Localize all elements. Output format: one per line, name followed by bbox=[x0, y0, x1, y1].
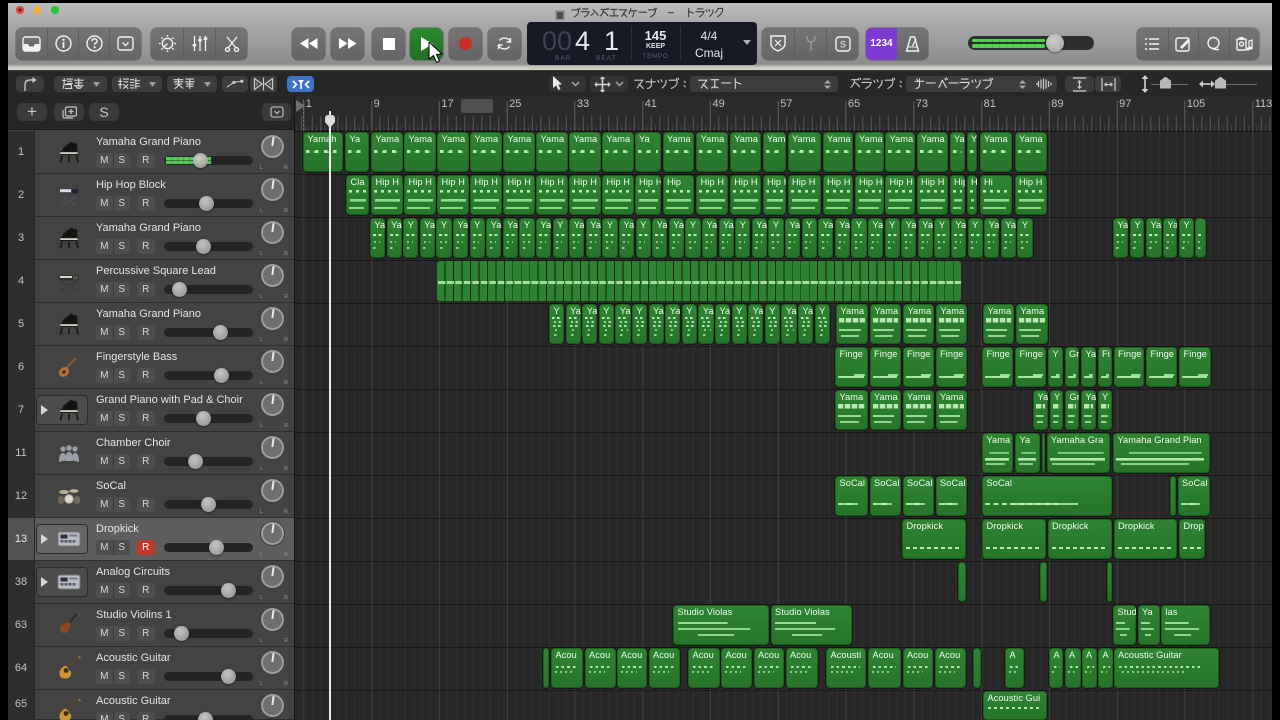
svg-text:S: S bbox=[839, 39, 845, 49]
